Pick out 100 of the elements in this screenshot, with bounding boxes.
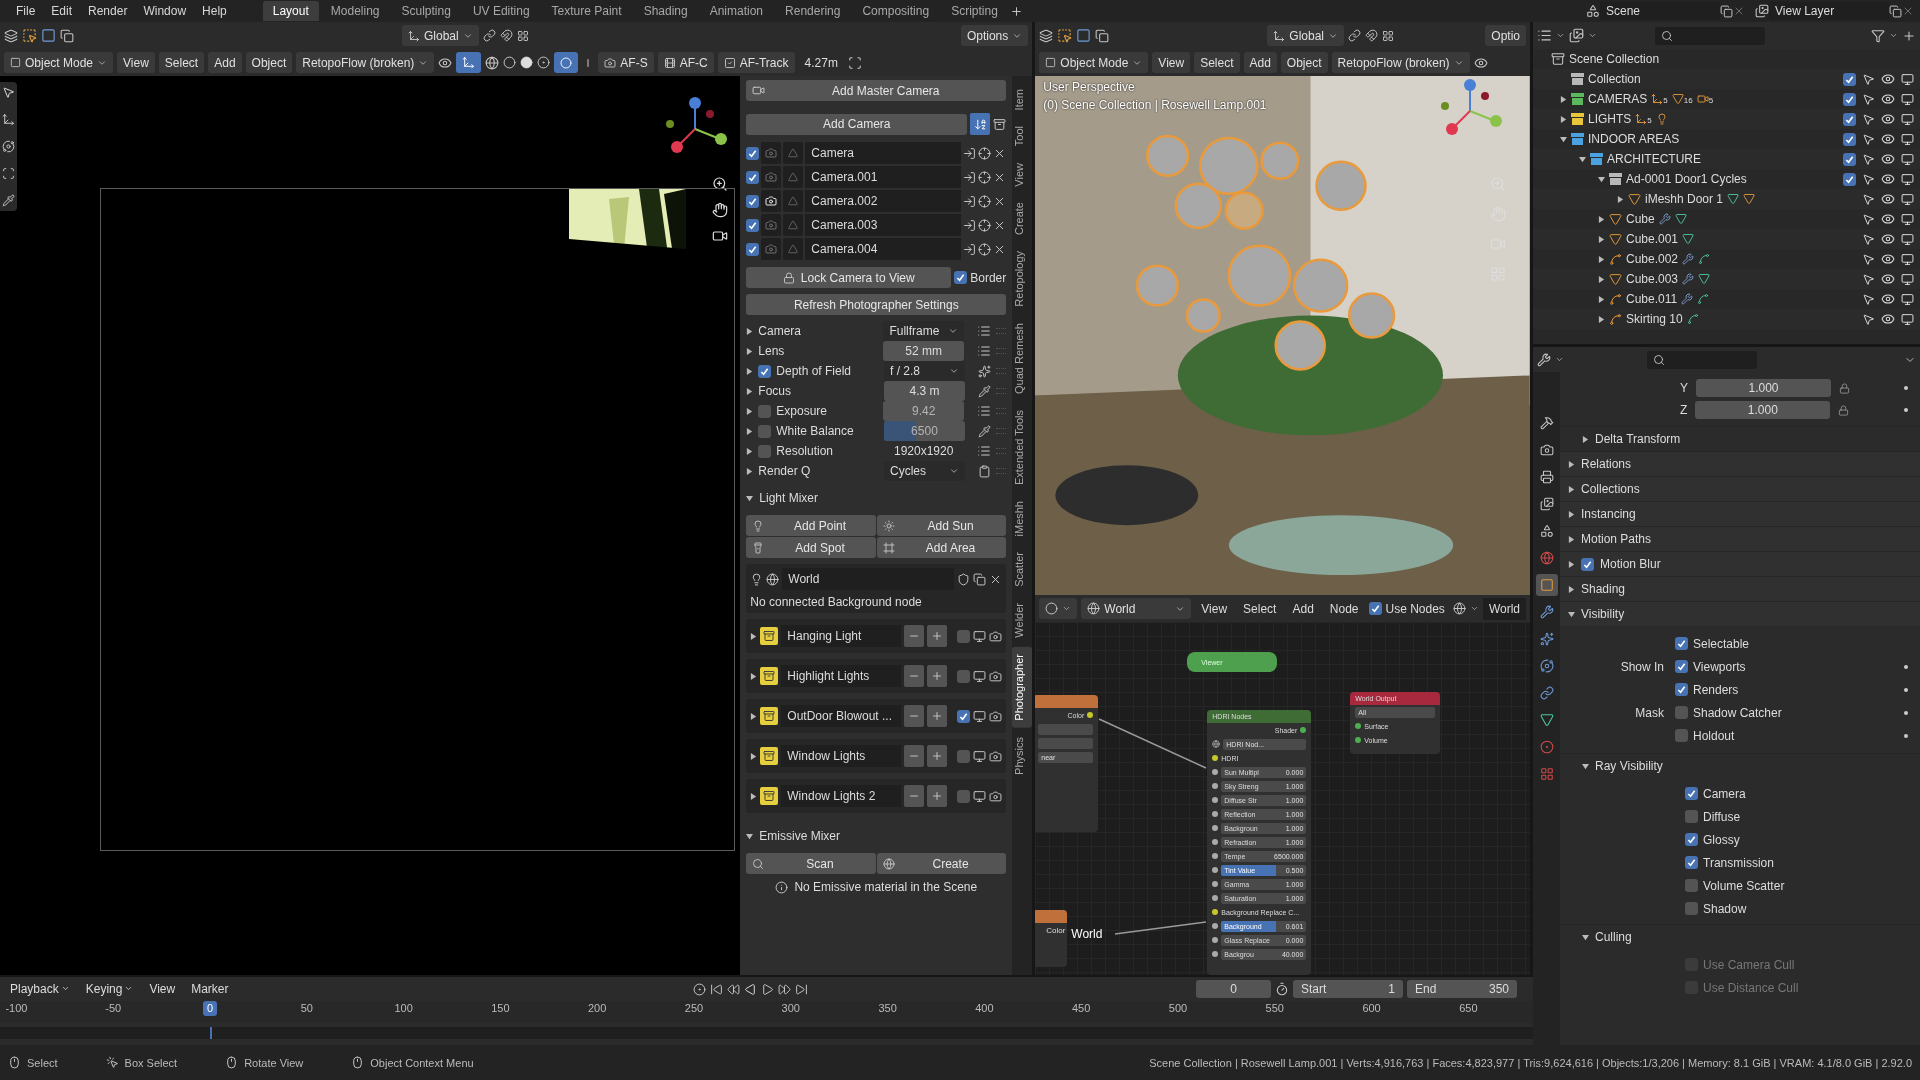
workspace-tab[interactable]: Layout	[262, 1, 319, 21]
menu-item[interactable]: View	[117, 52, 155, 73]
addon-dropdown[interactable]: RetopoFlow (broken)	[1331, 52, 1470, 73]
light-group-name[interactable]: OutDoor Blowout ...	[781, 705, 902, 727]
panel-title[interactable]: Culling	[1595, 930, 1632, 944]
workspace-tab[interactable]: Texture Paint	[541, 1, 632, 21]
menu-item[interactable]: Help	[194, 4, 235, 18]
mode-dropdown[interactable]: Object Mode	[4, 52, 114, 73]
outliner-item[interactable]: Cube.011	[1626, 292, 1678, 306]
menu-item[interactable]: Edit	[43, 4, 81, 18]
mode-dropdown[interactable]: Object Mode	[1039, 52, 1149, 73]
sidebar-tab[interactable]: Extended Tools	[1012, 402, 1033, 492]
number-field[interactable]: 1.000	[1696, 379, 1831, 397]
panel-title[interactable]: Delta Transform	[1595, 432, 1681, 446]
current-frame-field[interactable]: 0	[1196, 980, 1271, 998]
world-slot-field[interactable]: World	[1482, 597, 1526, 620]
setting-dropdown[interactable]: f / 2.8	[884, 361, 965, 381]
outliner-item[interactable]: Cube.001	[1626, 232, 1679, 246]
number-field[interactable]: 1.000	[1695, 401, 1831, 419]
add-light-button[interactable]: Add Point	[746, 515, 876, 536]
af-button[interactable]: AF-C	[657, 52, 714, 73]
sidebar-tab[interactable]: View	[1012, 155, 1033, 194]
options-dropdown[interactable]: Optio	[1485, 25, 1526, 46]
menu-item[interactable]: Object	[1280, 52, 1328, 73]
panel-title[interactable]: Relations	[1581, 457, 1632, 471]
setting-dropdown[interactable]: Cycles	[884, 461, 965, 481]
camera-name-field[interactable]: Camera.004	[805, 238, 962, 260]
menu-item[interactable]: Select	[1237, 598, 1283, 619]
light-group-name[interactable]: Window Lights 2	[781, 785, 902, 807]
outliner-item[interactable]: Skirting 10	[1626, 312, 1683, 326]
outliner-item[interactable]: CAMERAS	[1588, 92, 1648, 106]
menu-item[interactable]: Object	[245, 52, 293, 73]
view-layer-field[interactable]: View Layer	[1769, 2, 1889, 20]
panel-title[interactable]: Instancing	[1581, 507, 1636, 521]
sidebar-tab[interactable]: Create	[1012, 195, 1033, 243]
sidebar-tab[interactable]: Quad Remesh	[1012, 315, 1033, 401]
outliner-item[interactable]: Cube.003	[1626, 272, 1679, 286]
outliner-item[interactable]: Ad-0001 Door1 Cycles	[1626, 172, 1747, 186]
scan-button[interactable]: Scan	[746, 853, 876, 874]
panel-title[interactable]: Motion Blur	[1600, 557, 1661, 571]
workspace-tab[interactable]: Shading	[633, 1, 698, 21]
menu-item[interactable]: View	[1195, 598, 1234, 619]
panel-title[interactable]: Shading	[1581, 582, 1626, 596]
create-button[interactable]: Create	[876, 853, 1007, 874]
sidebar-tab[interactable]: Scatter	[1012, 545, 1033, 595]
workspace-tab[interactable]: Scripting	[941, 1, 1008, 21]
menu-item[interactable]: Add	[208, 52, 242, 73]
scene-field[interactable]: Scene	[1600, 2, 1720, 20]
menu-item[interactable]: Node	[1323, 598, 1365, 619]
orientation-dropdown[interactable]: Global	[402, 25, 479, 46]
add-light-button[interactable]: Add Area	[876, 537, 1007, 558]
workspace-tab[interactable]: Sculpting	[391, 1, 461, 21]
outliner-item[interactable]: Scene Collection	[1569, 52, 1660, 66]
sidebar-tab[interactable]: Physics	[1012, 729, 1033, 782]
lock-camera-button[interactable]: Lock Camera to View	[746, 267, 952, 288]
workspace-tab[interactable]: Rendering	[775, 1, 851, 21]
menu-item[interactable]: View	[143, 979, 182, 999]
outliner-item[interactable]: Cube	[1626, 212, 1655, 226]
outliner-item[interactable]: ARCHITECTURE	[1607, 152, 1701, 166]
sidebar-tab[interactable]: Item	[1012, 82, 1033, 118]
add-light-button[interactable]: Add Sun	[876, 515, 1007, 536]
camera-name-field[interactable]: Camera.001	[805, 166, 962, 188]
workspace-tab[interactable]: Compositing	[852, 1, 940, 21]
outliner-item[interactable]: iMeshh Door 1	[1645, 192, 1724, 206]
addon-dropdown[interactable]: RetopoFlow (broken)	[296, 52, 435, 73]
start-frame-field[interactable]: Start 1	[1293, 980, 1403, 998]
light-group-name[interactable]: Highlight Lights	[781, 665, 902, 687]
sidebar-tab[interactable]: Tool	[1012, 119, 1033, 154]
add-light-button[interactable]: Add Spot	[746, 537, 876, 558]
panel-title[interactable]: Ray Visibility	[1595, 759, 1663, 773]
setting-dropdown[interactable]: Fullframe	[883, 321, 964, 341]
number-field[interactable]: 52 mm	[883, 341, 964, 361]
menu-item[interactable]: Render	[80, 4, 136, 18]
end-frame-field[interactable]: End 350	[1407, 980, 1517, 998]
outliner-item[interactable]: Cube.002	[1626, 252, 1679, 266]
af-button[interactable]: AF-S	[598, 52, 654, 73]
menu-item[interactable]: Marker	[185, 979, 235, 999]
shader-type-dropdown[interactable]: World	[1081, 598, 1192, 619]
sidebar-tab[interactable]: iMeshh	[1012, 493, 1033, 544]
light-group-name[interactable]: Hanging Light	[781, 625, 902, 647]
menu-item[interactable]: Window	[135, 4, 195, 18]
camera-name-field[interactable]: Camera	[805, 142, 962, 164]
menu-item[interactable]: Add	[1286, 598, 1320, 619]
af-button[interactable]: AF-Track	[717, 52, 795, 73]
panel-title[interactable]: Collections	[1581, 482, 1640, 496]
refresh-settings-button[interactable]: Refresh Photographer Settings	[746, 294, 1007, 315]
menu-item[interactable]: Playback	[4, 979, 76, 999]
menu-item[interactable]: Keying	[79, 979, 140, 999]
workspace-tab[interactable]: UV Editing	[462, 1, 540, 21]
outliner-item[interactable]: LIGHTS	[1588, 112, 1632, 126]
outliner-item[interactable]: INDOOR AREAS	[1588, 132, 1680, 146]
menu-item[interactable]: File	[8, 4, 44, 18]
light-group-name[interactable]: Window Lights	[781, 745, 902, 767]
frame-number[interactable]: 0	[202, 1001, 218, 1016]
add-camera-button[interactable]: Add Camera	[746, 113, 968, 135]
sidebar-tab[interactable]: Welder	[1012, 596, 1033, 645]
workspace-tab[interactable]: Animation	[699, 1, 774, 21]
options-dropdown[interactable]: Options	[960, 25, 1029, 46]
outliner-item[interactable]: Collection	[1588, 72, 1641, 86]
sidebar-tab[interactable]: Photographer	[1012, 646, 1033, 728]
